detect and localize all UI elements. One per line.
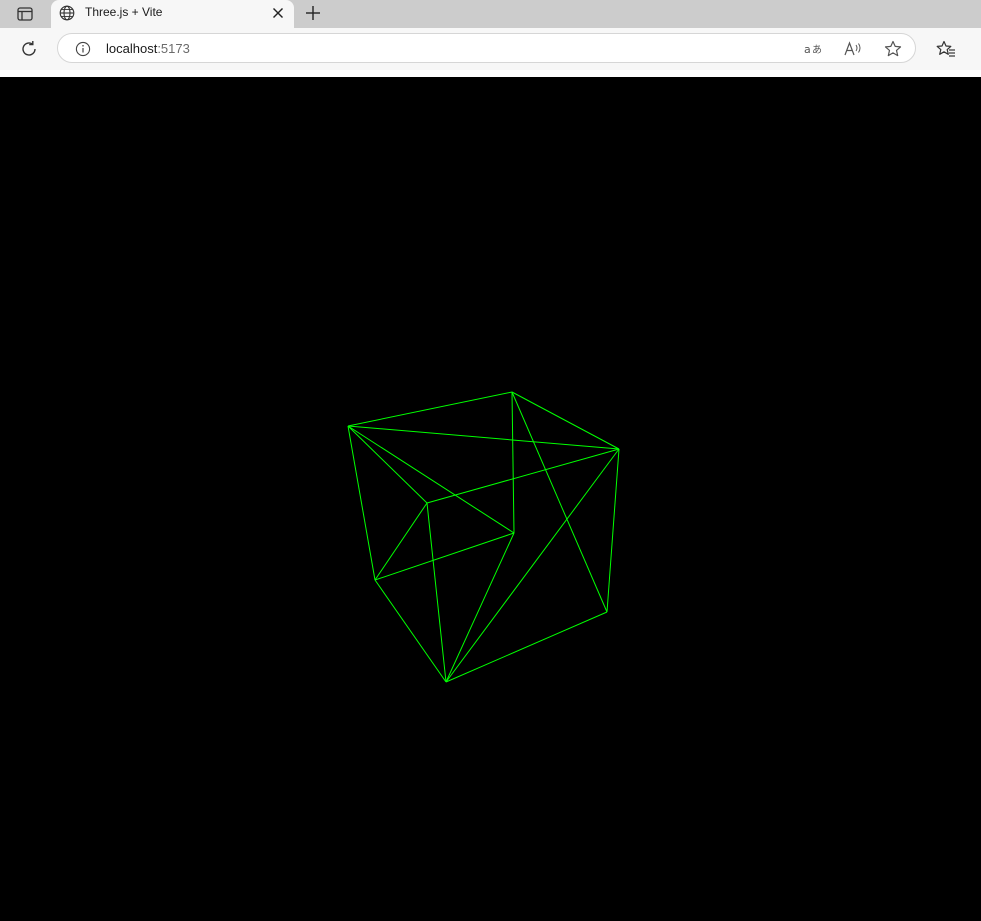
tab-actions-icon [17, 7, 33, 21]
cube-edge [511, 391, 620, 450]
cube-edge [374, 579, 447, 683]
tab-active[interactable]: Three.js + Vite [51, 0, 294, 28]
info-icon [75, 41, 91, 57]
tab-title: Three.js + Vite [85, 5, 163, 19]
favorites-button[interactable] [934, 38, 958, 60]
webgl-canvas[interactable] [0, 77, 981, 921]
read-aloud-icon [844, 41, 861, 56]
cube-edge [445, 611, 608, 683]
favorites-icon [936, 40, 955, 57]
cube-edge [511, 391, 608, 613]
url-host: localhost [106, 41, 158, 56]
new-tab-button[interactable] [301, 2, 325, 24]
cube-edge [374, 532, 515, 581]
globe-icon [58, 4, 76, 22]
cube-edge [374, 502, 428, 581]
refresh-button[interactable] [16, 37, 42, 61]
svg-text:あ: あ [812, 44, 822, 56]
close-icon [273, 8, 283, 18]
cube-edge [347, 425, 376, 581]
cube-edge [445, 448, 620, 683]
address-bar[interactable]: localhost:5173 a あ [57, 33, 916, 63]
wireframe-cube [347, 391, 620, 683]
site-info-button[interactable] [74, 40, 92, 58]
toolbar: localhost:5173 a あ [0, 28, 981, 70]
refresh-icon [22, 41, 36, 56]
tab-strip: Three.js + Vite [0, 0, 981, 28]
tab-actions-button[interactable] [12, 3, 38, 25]
favorite-button[interactable] [883, 39, 903, 59]
url-port: :5173 [157, 41, 190, 56]
toolbar-divider [0, 70, 981, 77]
tab-close-button[interactable] [269, 4, 287, 22]
cube-edge [511, 391, 515, 534]
translate-icon: a あ [804, 43, 822, 56]
cube-edge [347, 391, 513, 427]
read-aloud-button[interactable] [843, 39, 863, 59]
cube-edge [426, 502, 447, 683]
cube-edge [426, 448, 620, 504]
svg-text:a: a [804, 43, 811, 56]
cube-edge [347, 425, 620, 450]
cube-edge [606, 448, 620, 613]
browser-window: Three.js + Vite localhost:5173 a あ [0, 0, 981, 921]
star-icon [884, 40, 902, 57]
translate-button[interactable]: a あ [803, 39, 823, 59]
url-text[interactable]: localhost:5173 [106, 41, 190, 56]
cube-edge [445, 532, 515, 683]
plus-icon [306, 6, 320, 20]
cube-edge [347, 425, 515, 534]
